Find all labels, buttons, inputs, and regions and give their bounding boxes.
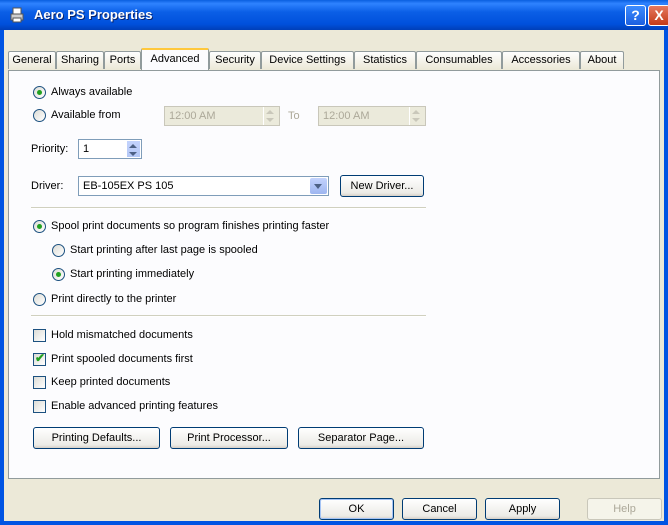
spool-label[interactable]: Spool print documents so program finishe…: [51, 220, 329, 232]
print-processor-button[interactable]: Print Processor...: [170, 427, 288, 449]
always-available-label[interactable]: Always available: [51, 86, 132, 98]
tab-advanced[interactable]: Advanced: [141, 48, 209, 70]
hold-mismatched-label[interactable]: Hold mismatched documents: [51, 329, 193, 341]
spool-radio[interactable]: [33, 220, 46, 233]
driver-label: Driver:: [31, 180, 64, 192]
available-from-label[interactable]: Available from: [51, 109, 121, 121]
help-title-button[interactable]: ?: [625, 5, 646, 26]
title-bar[interactable]: Aero PS Properties ? X: [0, 0, 668, 30]
priority-spinner[interactable]: [126, 140, 141, 158]
tab-consumables[interactable]: Consumables: [416, 51, 502, 69]
advanced-panel: Always available Available from 12:00 AM…: [8, 70, 660, 479]
driver-select[interactable]: EB-105EX PS 105: [78, 176, 329, 196]
spin-down-icon: [412, 118, 420, 122]
tab-ports[interactable]: Ports: [104, 51, 141, 69]
spin-down-icon: [266, 118, 274, 122]
start-immediately-radio[interactable]: [52, 268, 65, 281]
tab-device-settings[interactable]: Device Settings: [261, 51, 354, 69]
ok-button[interactable]: OK: [319, 498, 394, 520]
window-title: Aero PS Properties: [34, 7, 153, 22]
tab-about[interactable]: About: [580, 51, 624, 69]
from-time-spinner[interactable]: [263, 107, 279, 125]
to-time-spinner[interactable]: [409, 107, 425, 125]
chevron-down-icon[interactable]: [310, 178, 327, 194]
print-direct-label[interactable]: Print directly to the printer: [51, 293, 176, 305]
tab-statistics[interactable]: Statistics: [354, 51, 416, 69]
print-direct-radio[interactable]: [33, 293, 46, 306]
from-time-value: 12:00 AM: [169, 110, 216, 122]
start-immediately-label[interactable]: Start printing immediately: [70, 268, 194, 280]
keep-printed-checkbox[interactable]: [33, 376, 46, 389]
tab-security[interactable]: Security: [209, 51, 261, 69]
dialog-client: General Sharing Ports Advanced Security …: [4, 30, 664, 521]
printing-defaults-button[interactable]: Printing Defaults...: [33, 427, 160, 449]
keep-printed-label[interactable]: Keep printed documents: [51, 376, 170, 388]
available-from-radio[interactable]: [33, 109, 46, 122]
priority-value: 1: [83, 143, 90, 155]
printer-icon: [10, 7, 24, 23]
spooled-first-label[interactable]: Print spooled documents first: [51, 353, 193, 365]
hold-mismatched-checkbox[interactable]: [33, 329, 46, 342]
advanced-features-label[interactable]: Enable advanced printing features: [51, 400, 218, 412]
from-time-field[interactable]: 12:00 AM: [164, 106, 280, 126]
separator-page-button[interactable]: Separator Page...: [298, 427, 424, 449]
tab-general[interactable]: General: [8, 51, 56, 69]
to-time-field[interactable]: 12:00 AM: [318, 106, 426, 126]
close-button[interactable]: X: [648, 5, 668, 26]
spin-down-icon: [129, 152, 137, 156]
priority-label: Priority:: [31, 143, 69, 155]
spin-up-icon: [412, 110, 420, 114]
always-available-radio[interactable]: [33, 86, 46, 99]
divider: [31, 315, 426, 317]
apply-button[interactable]: Apply: [485, 498, 560, 520]
tab-sharing[interactable]: Sharing: [56, 51, 104, 69]
to-label: To: [288, 110, 300, 122]
to-time-value: 12:00 AM: [323, 110, 370, 122]
after-last-page-radio[interactable]: [52, 244, 65, 257]
after-last-page-label[interactable]: Start printing after last page is spoole…: [70, 244, 258, 256]
spin-up-icon: [266, 110, 274, 114]
driver-value: EB-105EX PS 105: [83, 180, 174, 192]
spin-up-icon: [129, 144, 137, 148]
spooled-first-checkbox[interactable]: ✔: [33, 351, 46, 366]
priority-field[interactable]: 1: [78, 139, 142, 159]
tab-accessories[interactable]: Accessories: [502, 51, 580, 69]
divider: [31, 207, 426, 209]
tab-strip: General Sharing Ports Advanced Security …: [8, 48, 660, 70]
new-driver-button[interactable]: New Driver...: [340, 175, 424, 197]
properties-window: Aero PS Properties ? X General Sharing P…: [0, 0, 668, 525]
help-button[interactable]: Help: [587, 498, 662, 520]
cancel-button[interactable]: Cancel: [402, 498, 477, 520]
advanced-features-checkbox[interactable]: [33, 400, 46, 413]
checkmark-icon: ✔: [35, 351, 46, 365]
